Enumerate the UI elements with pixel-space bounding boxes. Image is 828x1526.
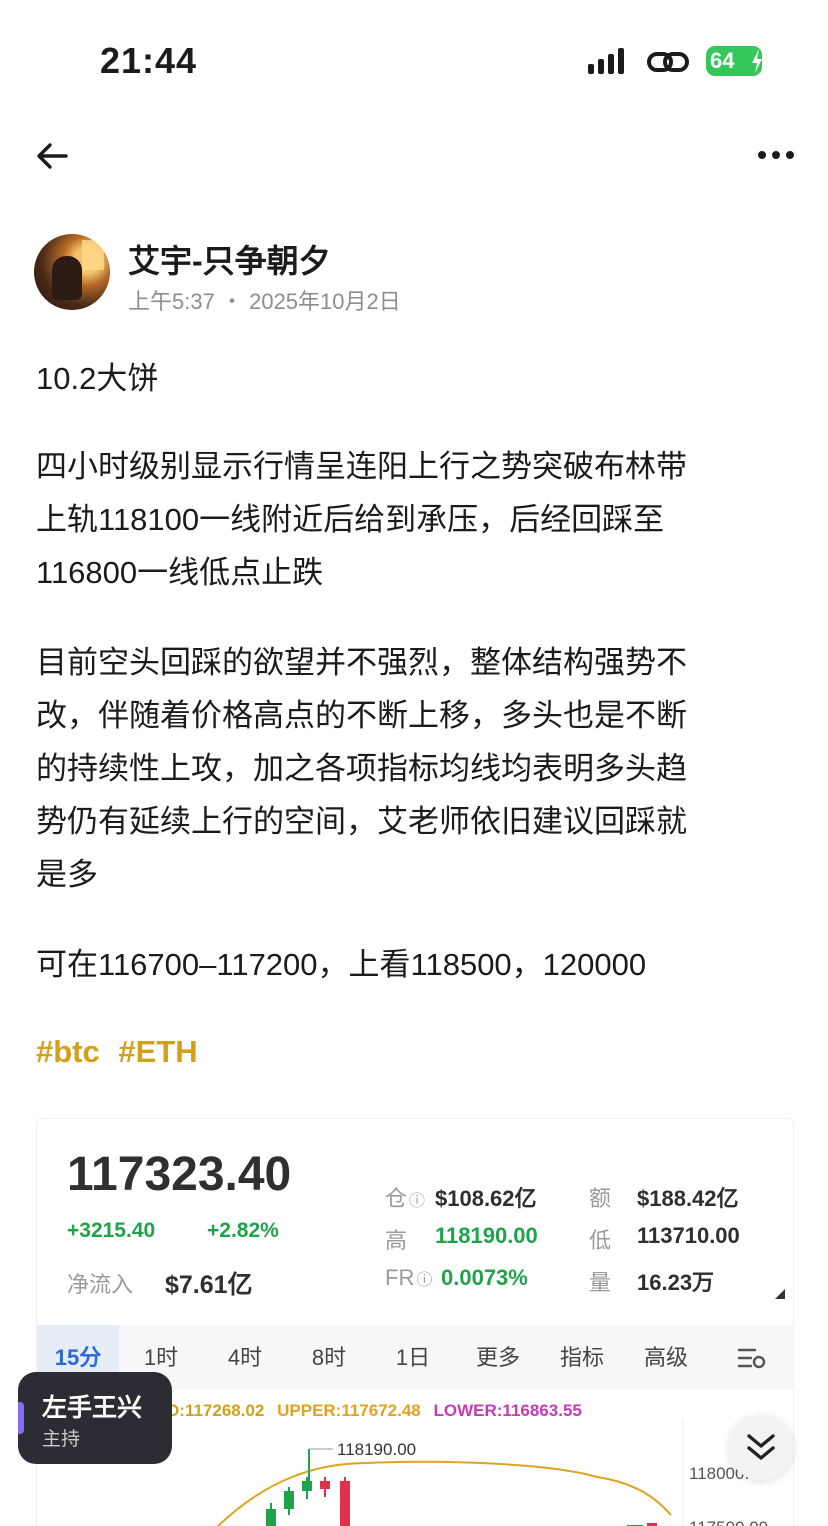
charging-bolt-icon: [752, 49, 762, 73]
low-label: 低: [589, 1228, 612, 1253]
price-change-percent: +2.82%: [207, 1219, 279, 1242]
more-options-icon[interactable]: [756, 148, 796, 162]
open-interest-value: $108.62亿: [435, 1186, 537, 1211]
tab-advanced[interactable]: 高级: [635, 1325, 697, 1389]
info-icon: ⓘ: [416, 1272, 433, 1289]
tab-8h[interactable]: 8时: [299, 1325, 359, 1389]
amount-label: 额: [589, 1186, 612, 1211]
meta-separator: ・: [220, 289, 243, 314]
tag-btc[interactable]: #btc: [36, 1034, 100, 1069]
funding-rate-value: 0.0073%: [441, 1265, 528, 1290]
post-time: 上午5:37: [128, 289, 215, 314]
signal-icon: [588, 48, 624, 74]
post-paragraph-3: 可在116700–117200，上看118500，120000: [36, 938, 796, 991]
status-time: 21:44: [100, 40, 198, 81]
paragraph-line: 的持续性上攻，加之各项指标均线均表明多头趋: [36, 751, 687, 786]
paragraph-line: 可在116700–117200，上看118500，120000: [36, 947, 647, 982]
ticker-card[interactable]: 117323.40 +3215.40 +2.82% 净流入 $7.61亿 仓 ⓘ …: [36, 1118, 794, 1526]
legend-lower: LOWER:116863.55: [433, 1401, 582, 1420]
paragraph-line: 四小时级别显示行情呈连阳上行之势突破布林带: [36, 449, 687, 484]
tab-1d[interactable]: 1日: [383, 1325, 443, 1389]
post-date: 2025年10月2日: [249, 289, 401, 314]
paragraph-line: 是多: [36, 857, 98, 892]
post-detail-screen: 21:44 64 艾宇-只争朝夕 上午5:37 ・ 2025年10月2日 10.…: [0, 0, 828, 1526]
paragraph-line: 116800一线低点止跌: [36, 555, 324, 590]
high-value: 118190.00: [435, 1223, 538, 1248]
low-value: 113710.00: [637, 1223, 740, 1248]
bollinger-legend: D:117268.02 UPPER:117672.48 LOWER:116863…: [167, 1401, 582, 1421]
paragraph-line: 上轨118100一线附近后给到承压，后经回踩至: [36, 502, 665, 537]
legend-mid: D:117268.02: [167, 1401, 265, 1420]
volume-value: 16.23万: [637, 1270, 715, 1295]
live-room-pill[interactable]: 左手王兴 主持: [18, 1372, 172, 1464]
chart-high-label: 118190.00: [337, 1440, 416, 1459]
tab-4h[interactable]: 4时: [215, 1325, 275, 1389]
post-paragraph-1: 四小时级别显示行情呈连阳上行之势突破布林带 上轨118100一线附近后给到承压，…: [36, 440, 796, 599]
host-name: 左手王兴: [42, 1394, 143, 1422]
scroll-down-button[interactable]: [728, 1414, 794, 1480]
tag-eth[interactable]: #ETH: [118, 1034, 197, 1069]
paragraph-line: 目前空头回踩的欲望并不强烈，整体结构强势不: [36, 645, 687, 680]
tab-more[interactable]: 更多: [467, 1325, 529, 1389]
funding-rate-label: FR ⓘ: [385, 1265, 433, 1290]
link-icon: [647, 52, 689, 72]
corner-marker-icon: [775, 1289, 785, 1299]
status-bar: 21:44 64: [0, 0, 828, 120]
post-meta: 上午5:37 ・ 2025年10月2日: [128, 284, 401, 316]
last-price: 117323.40: [67, 1148, 292, 1201]
high-label: 高: [385, 1228, 408, 1253]
post-paragraph-2: 目前空头回踩的欲望并不强烈，整体结构强势不 改，伴随着价格高点的不断上移，多头也…: [36, 636, 796, 901]
open-interest-label: 仓 ⓘ: [385, 1186, 426, 1211]
legend-upper: UPPER:117672.48: [277, 1401, 421, 1420]
back-arrow-icon[interactable]: [34, 138, 70, 174]
battery-level: 64: [710, 48, 735, 73]
avatar[interactable]: [34, 234, 110, 310]
volume-label: 量: [589, 1270, 612, 1295]
double-chevron-down-icon: [747, 1434, 775, 1460]
netflow-label: 净流入: [67, 1272, 134, 1297]
paragraph-line: 势仍有延续上行的空间，艾老师依旧建议回踩就: [36, 804, 687, 839]
post-title: 10.2大饼: [36, 361, 159, 396]
battery-indicator: 64: [706, 46, 762, 76]
chart-settings-icon[interactable]: [737, 1345, 767, 1371]
hashtags: #btc #ETH: [36, 1034, 208, 1070]
price-change: +3215.40: [67, 1219, 156, 1242]
info-icon: ⓘ: [409, 1193, 426, 1210]
axis-label: 117500.00: [689, 1518, 768, 1526]
netflow-value: $7.61亿: [165, 1271, 253, 1299]
amount-value: $188.42亿: [637, 1186, 739, 1211]
author-name[interactable]: 艾宇-只争朝夕: [128, 236, 331, 282]
live-accent-bar: [18, 1402, 24, 1434]
paragraph-line: 改，伴随着价格高点的不断上移，多头也是不断: [36, 698, 687, 733]
tab-indicators[interactable]: 指标: [551, 1325, 613, 1389]
candles: [266, 1449, 657, 1526]
host-role: 主持: [42, 1429, 81, 1450]
